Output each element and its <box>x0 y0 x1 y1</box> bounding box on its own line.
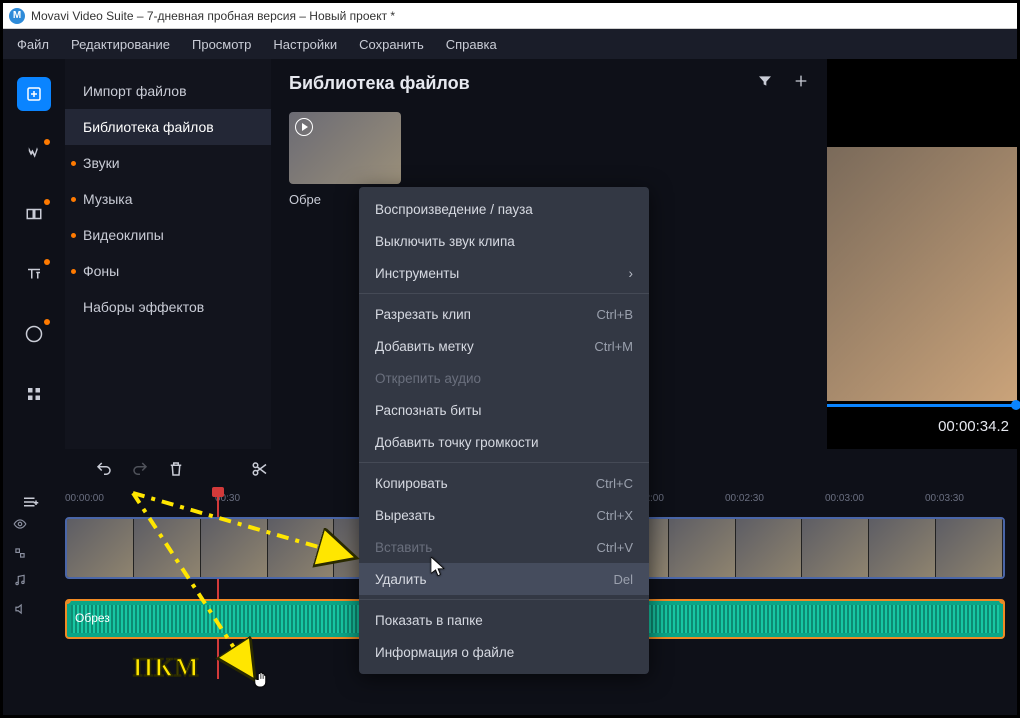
chevron-right-icon: › <box>629 266 634 281</box>
ruler-tick: 00:02:30 <box>725 493 764 504</box>
ctx-separator <box>359 462 649 463</box>
audio-clip-label: Обрез <box>75 611 110 625</box>
track-music-icon[interactable] <box>13 573 61 592</box>
filter-icon[interactable] <box>757 73 773 94</box>
sidebar-item-import[interactable]: Импорт файлов <box>65 73 271 109</box>
ctx-file-info[interactable]: Информация о файле <box>359 636 649 668</box>
ctx-copy[interactable]: КопироватьCtrl+C <box>359 467 649 499</box>
ctx-add-volume-point[interactable]: Добавить точку громкости <box>359 426 649 458</box>
ruler-tick: 00:03:30 <box>925 493 964 504</box>
ctx-add-marker[interactable]: Добавить меткуCtrl+M <box>359 330 649 362</box>
redo-button[interactable] <box>131 460 149 478</box>
track-visibility-icon[interactable] <box>13 517 61 536</box>
ctx-cut[interactable]: ВырезатьCtrl+X <box>359 499 649 531</box>
hand-cursor-icon <box>255 671 269 691</box>
menu-view[interactable]: Просмотр <box>192 37 251 52</box>
ctx-split[interactable]: Разрезать клипCtrl+B <box>359 298 649 330</box>
sidebar-item-effect-packs[interactable]: Наборы эффектов <box>65 289 271 325</box>
menu-settings[interactable]: Настройки <box>273 37 337 52</box>
sidebar-item-music[interactable]: Музыка <box>65 181 271 217</box>
window-title: Movavi Video Suite – 7-дневная пробная в… <box>31 9 395 23</box>
library-title: Библиотека файлов <box>289 73 470 94</box>
sidebar-item-videoclips[interactable]: Видеоклипы <box>65 217 271 253</box>
ruler-tick: 00:00:00 <box>65 493 104 504</box>
ctx-show-in-folder[interactable]: Показать в папке <box>359 604 649 636</box>
split-button[interactable] <box>251 460 269 478</box>
preview-pane: 00:00:34.2 <box>827 59 1017 449</box>
menu-bar: Файл Редактирование Просмотр Настройки С… <box>3 29 1017 59</box>
ctx-detach-audio: Открепить аудио <box>359 362 649 394</box>
menu-edit[interactable]: Редактирование <box>71 37 170 52</box>
play-overlay-icon <box>295 118 313 136</box>
menu-help[interactable]: Справка <box>446 37 497 52</box>
ruler-tick: 00:03:00 <box>825 493 864 504</box>
add-icon[interactable] <box>793 73 809 94</box>
mouse-cursor-icon <box>431 557 445 577</box>
ctx-mute-clip[interactable]: Выключить звук клипа <box>359 225 649 257</box>
menu-save[interactable]: Сохранить <box>359 37 424 52</box>
ctx-tools[interactable]: Инструменты› <box>359 257 649 289</box>
preview-scrubber[interactable] <box>827 404 1017 407</box>
context-menu: Воспроизведение / пауза Выключить звук к… <box>359 187 649 674</box>
tool-column <box>3 59 65 449</box>
ctx-separator <box>359 293 649 294</box>
tool-more[interactable] <box>17 377 51 411</box>
tool-stickers[interactable] <box>17 317 51 351</box>
sidebar-item-sounds[interactable]: Звуки <box>65 145 271 181</box>
thumbnail-image <box>289 112 401 184</box>
window-titlebar: M Movavi Video Suite – 7-дневная пробная… <box>3 3 1017 29</box>
preview-timestamp: 00:00:34.2 <box>938 418 1009 435</box>
sidebar-item-library[interactable]: Библиотека файлов <box>65 109 271 145</box>
tool-filters[interactable] <box>17 137 51 171</box>
delete-button[interactable] <box>167 460 185 478</box>
annotation-label-pkm: ПКМ <box>133 653 200 683</box>
ctx-detect-beats[interactable]: Распознать биты <box>359 394 649 426</box>
track-controls <box>13 513 61 617</box>
ctx-paste: ВставитьCtrl+V <box>359 531 649 563</box>
menu-file[interactable]: Файл <box>17 37 49 52</box>
track-mute-icon[interactable] <box>13 602 61 621</box>
sidebar-item-backgrounds[interactable]: Фоны <box>65 253 271 289</box>
ctx-delete[interactable]: УдалитьDel <box>359 563 649 595</box>
app-logo-icon: M <box>9 8 25 24</box>
ctx-play-pause[interactable]: Воспроизведение / пауза <box>359 193 649 225</box>
tool-titles[interactable] <box>17 257 51 291</box>
tool-import[interactable] <box>17 77 51 111</box>
undo-button[interactable] <box>95 460 113 478</box>
category-sidebar: Импорт файлов Библиотека файлов Звуки Му… <box>65 59 271 449</box>
preview-video-frame <box>827 147 1017 401</box>
track-link-icon[interactable] <box>13 546 61 565</box>
ctx-separator <box>359 599 649 600</box>
tool-transitions[interactable] <box>17 197 51 231</box>
